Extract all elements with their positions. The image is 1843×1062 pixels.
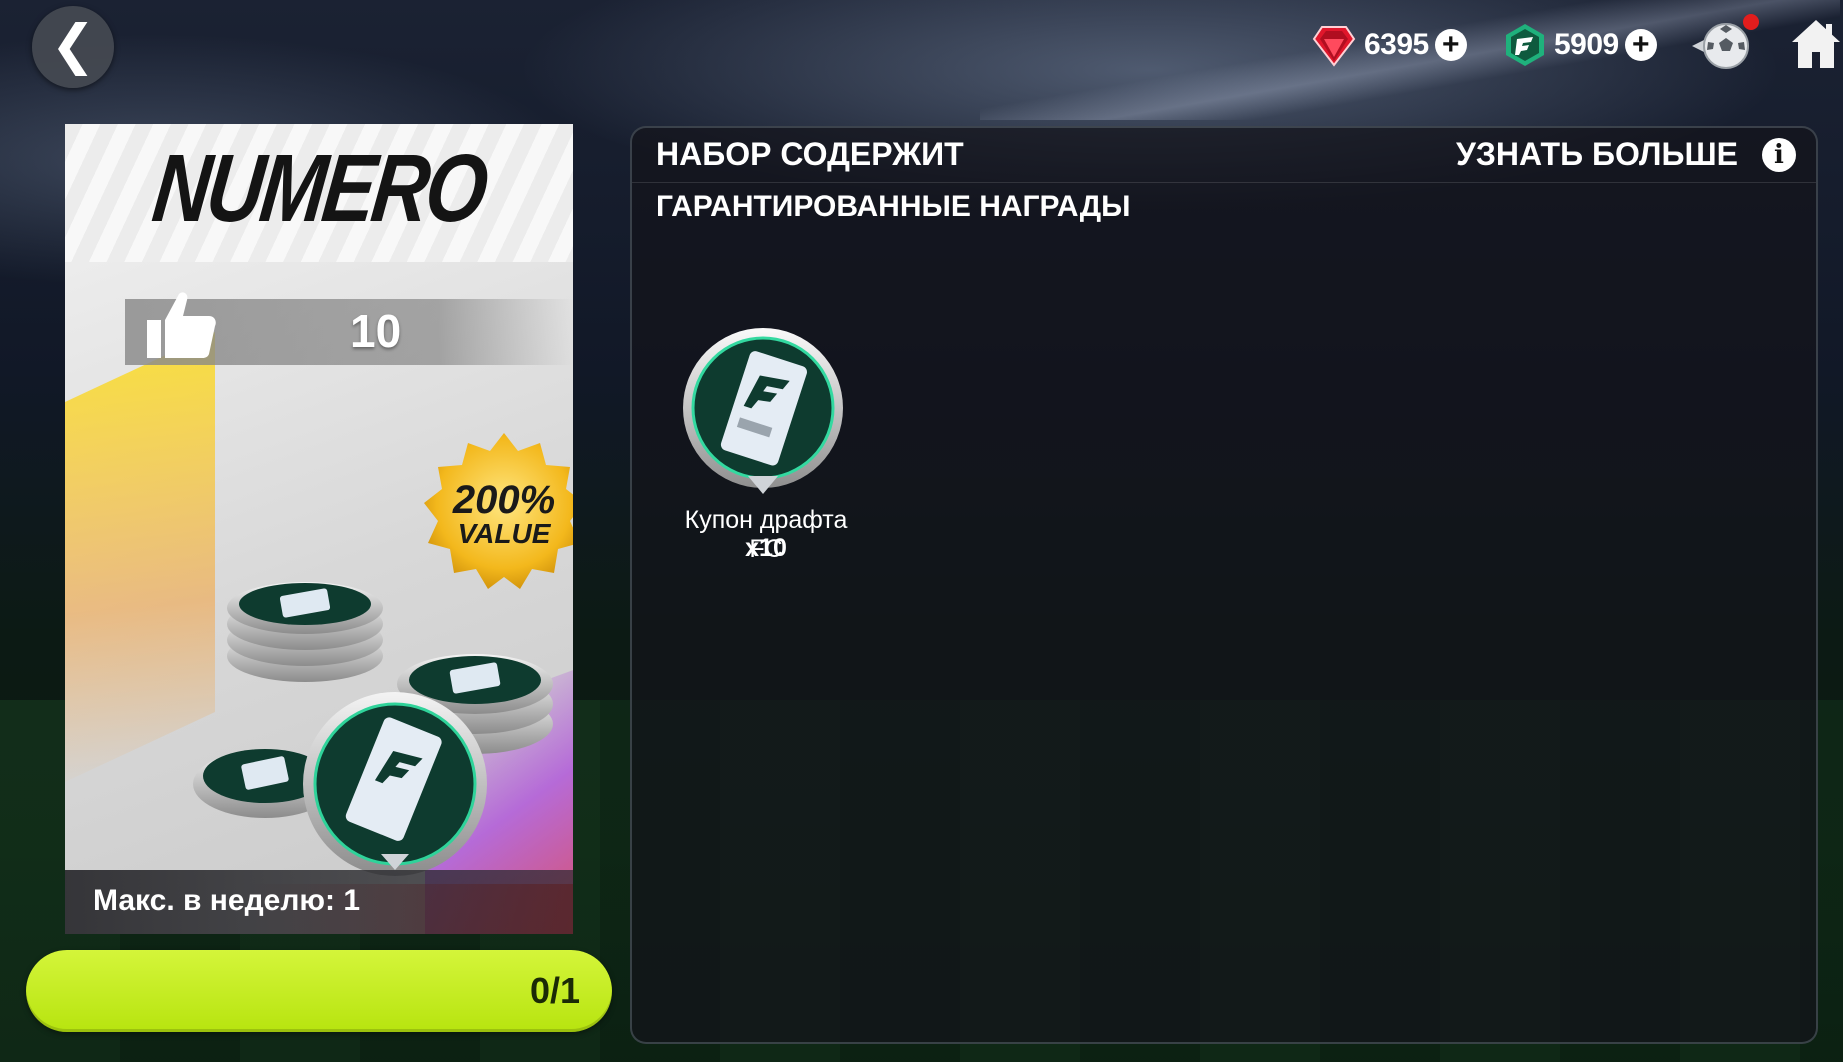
pack-title: NUMERO <box>147 135 491 242</box>
fc-points-value: 5909 <box>1554 28 1619 61</box>
panel-header: НАБОР СОДЕРЖИТ УЗНАТЬ БОЛЬШЕ i <box>632 128 1816 183</box>
gems-value: 6395 <box>1364 28 1429 61</box>
guaranteed-rewards-label: ГАРАНТИРОВАННЫЕ НАГРАДЫ <box>656 190 1131 223</box>
learn-more-link[interactable]: УЗНАТЬ БОЛЬШЕ <box>1456 136 1738 173</box>
notification-dot <box>1743 14 1759 30</box>
back-button[interactable]: ❮ <box>32 6 114 88</box>
progress-text: 0/1 <box>529 970 580 1011</box>
value-badge-label: VALUE <box>458 518 552 549</box>
pack-contents-panel: НАБОР СОДЕРЖИТ УЗНАТЬ БОЛЬШЕ i ГАРАНТИРО… <box>630 126 1818 1044</box>
add-gems-button[interactable]: + <box>1434 29 1467 61</box>
fc-draft-coupon-icon <box>683 328 843 494</box>
red-gem-icon <box>1312 26 1356 67</box>
coupon-coins-art <box>193 582 553 876</box>
chevron-left-icon: ❮ <box>50 15 96 75</box>
info-icon[interactable]: i <box>1762 138 1796 172</box>
gems-balance[interactable]: 6395 + <box>1310 18 1467 72</box>
reward-quantity: x10 <box>745 534 787 562</box>
purchase-progress-button[interactable]: 0/1 <box>26 950 612 1032</box>
home-icon[interactable] <box>1790 16 1842 72</box>
panel-title: НАБОР СОДЕРЖИТ <box>656 136 964 172</box>
fc-points-balance[interactable]: 5909 + <box>1502 18 1657 72</box>
weekly-limit-label: Макс. в неделю: 1 <box>93 884 361 917</box>
pack-detail-screen: ❮ 6395 + 5909 + NUMERO 10 200% VALUE Мак… <box>0 0 1843 1062</box>
add-fc-points-button[interactable]: + <box>1624 29 1657 61</box>
reward-item[interactable]: Купон драфта FC x10 <box>666 326 866 566</box>
pack-card[interactable]: NUMERO 10 200% VALUE Макс. в неделю: 1 <box>65 124 573 934</box>
likes-count: 10 <box>350 305 402 357</box>
fc-points-icon <box>1506 24 1544 66</box>
thumbs-up-icon <box>147 292 216 358</box>
value-badge-percent: 200% <box>452 478 555 522</box>
